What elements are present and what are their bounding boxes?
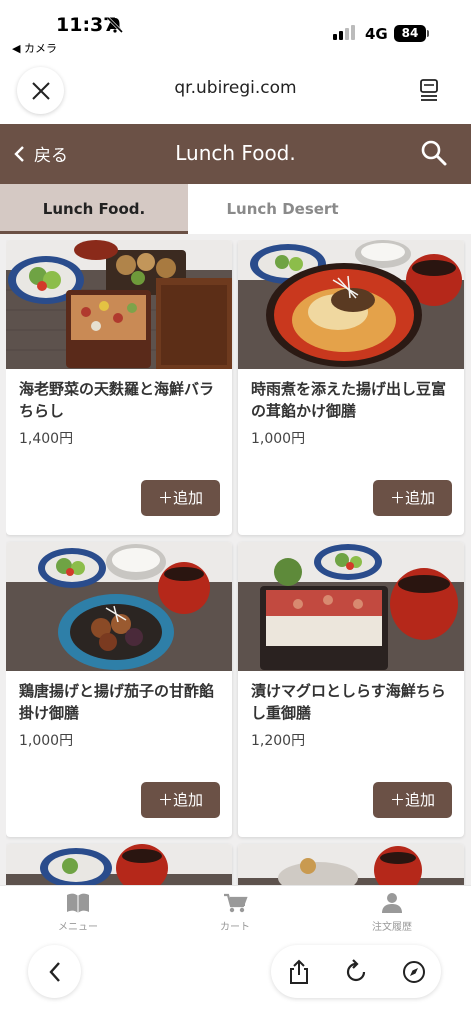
menu-item-price: 1,400円 bbox=[19, 431, 74, 447]
menu-item-image bbox=[238, 240, 464, 369]
page-title: Lunch Food. bbox=[175, 141, 296, 165]
menu-item-price: 1,000円 bbox=[19, 733, 74, 749]
menu-item-card[interactable]: 鶏唐揚げと揚げ茄子の甘酢餡掛け御膳 1,000円 ＋追加 bbox=[6, 542, 232, 837]
status-bar: 11:37 ◀ カメラ 4G 84 bbox=[0, 0, 471, 62]
cart-icon bbox=[224, 893, 248, 913]
close-icon bbox=[31, 81, 50, 100]
add-to-cart-button[interactable]: ＋追加 bbox=[141, 480, 220, 516]
nav-item-menu[interactable]: メニュー bbox=[28, 892, 128, 933]
menu-item-image bbox=[6, 240, 232, 369]
tab-lunch-desert[interactable]: Lunch Desert bbox=[188, 184, 377, 234]
menu-item-price: 1,000円 bbox=[251, 431, 306, 447]
nav-item-order-history[interactable]: 注文履歴 bbox=[342, 892, 442, 933]
menu-item-name: 時雨煮を添えた揚げ出し豆富の茸餡かけ御膳 bbox=[251, 380, 447, 420]
menu-item-name: 漬けマグロとしらす海鮮ちらし重御膳 bbox=[251, 682, 446, 722]
bell-muted-icon bbox=[106, 16, 124, 34]
menu-item-price: 1,200円 bbox=[251, 733, 306, 749]
share-icon[interactable] bbox=[286, 959, 312, 985]
chevron-left-icon bbox=[48, 961, 60, 982]
reload-icon[interactable] bbox=[343, 959, 369, 985]
search-icon[interactable] bbox=[420, 139, 448, 167]
battery-tip bbox=[427, 30, 429, 37]
add-to-cart-button[interactable]: ＋追加 bbox=[373, 782, 452, 818]
compass-icon[interactable] bbox=[401, 959, 427, 985]
browser-toolbar bbox=[0, 941, 471, 1024]
add-to-cart-button[interactable]: ＋追加 bbox=[141, 782, 220, 818]
menu-item-image bbox=[238, 542, 464, 671]
bottom-navigation: メニュー カート 注文履歴 bbox=[0, 885, 471, 941]
network-type: 4G bbox=[365, 25, 388, 43]
browser-back-button[interactable] bbox=[28, 945, 81, 998]
browser-url-bar: qr.ubiregi.com bbox=[0, 62, 471, 124]
close-button[interactable] bbox=[17, 67, 64, 114]
add-to-cart-button[interactable]: ＋追加 bbox=[373, 480, 452, 516]
menu-item-card[interactable] bbox=[238, 844, 464, 885]
nav-item-label: 注文履歴 bbox=[372, 922, 412, 933]
nav-item-label: カート bbox=[220, 922, 250, 933]
person-icon bbox=[382, 893, 402, 913]
nav-item-cart[interactable]: カート bbox=[185, 892, 285, 933]
menu-item-card[interactable]: 海老野菜の天麩羅と海鮮バラちらし 1,400円 ＋追加 bbox=[6, 240, 232, 535]
tab-lunch-food[interactable]: Lunch Food. bbox=[0, 184, 188, 234]
category-tabs: Lunch Food. Lunch Desert bbox=[0, 184, 471, 234]
menu-item-image bbox=[6, 844, 232, 885]
app-header: 戻る Lunch Food. bbox=[0, 124, 471, 184]
browser-actions bbox=[271, 945, 441, 998]
tabs-icon[interactable] bbox=[419, 78, 441, 102]
menu-item-card[interactable]: 時雨煮を添えた揚げ出し豆富の茸餡かけ御膳 1,000円 ＋追加 bbox=[238, 240, 464, 535]
nav-item-label: メニュー bbox=[58, 922, 98, 933]
menu-item-name: 鶏唐揚げと揚げ茄子の甘酢餡掛け御膳 bbox=[19, 682, 215, 722]
menu-item-name: 海老野菜の天麩羅と海鮮バラちらし bbox=[19, 380, 215, 420]
menu-item-card[interactable]: 漬けマグロとしらす海鮮ちらし重御膳 1,200円 ＋追加 bbox=[238, 542, 464, 837]
back-to-app-link[interactable]: ◀ カメラ bbox=[12, 40, 57, 56]
battery-indicator: 84 bbox=[394, 25, 426, 42]
book-icon bbox=[67, 893, 89, 913]
menu-grid: 海老野菜の天麩羅と海鮮バラちらし 1,400円 ＋追加 時雨煮を添えた揚げ出し豆… bbox=[6, 240, 466, 885]
menu-item-card[interactable] bbox=[6, 844, 232, 885]
signal-icon bbox=[333, 25, 355, 40]
menu-item-image bbox=[238, 844, 464, 885]
url-text[interactable]: qr.ubiregi.com bbox=[0, 78, 471, 98]
menu-item-image bbox=[6, 542, 232, 671]
